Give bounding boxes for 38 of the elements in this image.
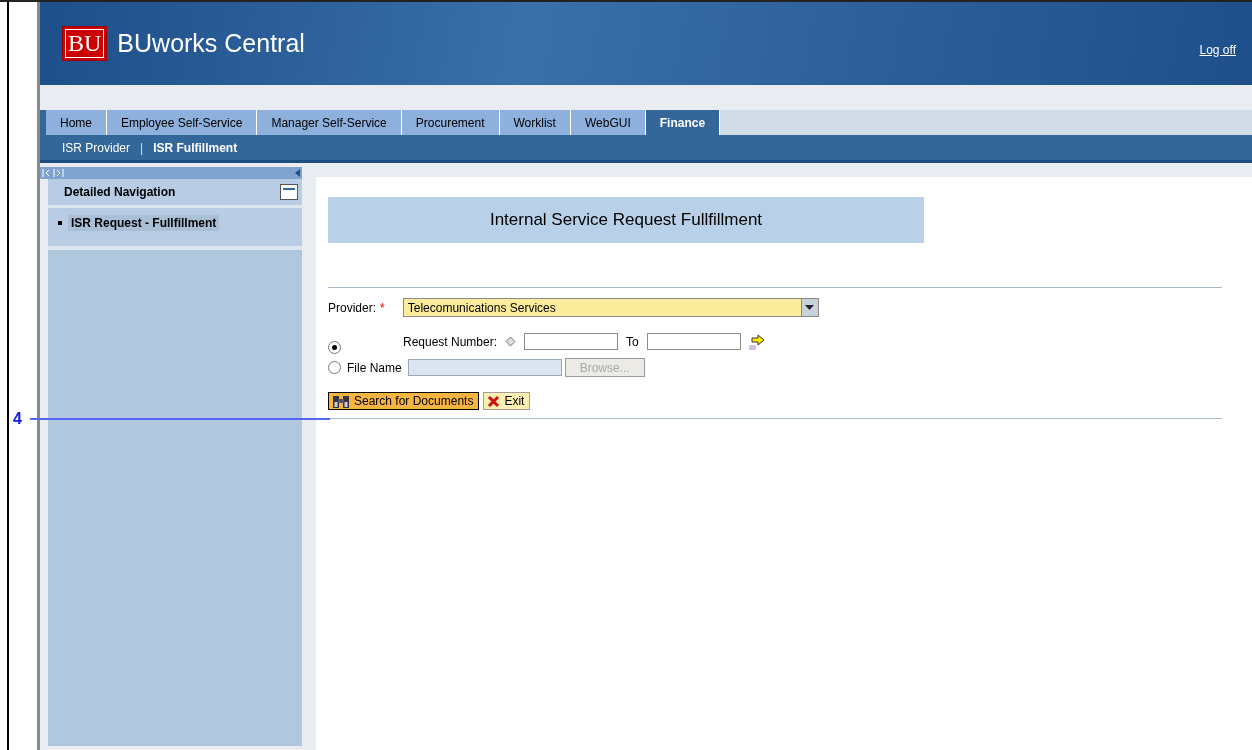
search-button[interactable]: Search for Documents — [328, 392, 480, 410]
nav-item[interactable]: ISR Request - Fullfillment — [68, 215, 220, 231]
arrow-icon[interactable] — [748, 333, 767, 350]
provider-dropdown[interactable]: Telecomunications Services — [402, 298, 819, 317]
required-mark: * — [380, 300, 385, 315]
radio-button[interactable] — [328, 361, 341, 374]
radio-label: File Name — [347, 360, 402, 375]
nav-tab[interactable]: Manager Self-Service — [257, 110, 402, 135]
collapse-arrow-icon[interactable] — [295, 169, 300, 177]
diamond-icon — [505, 336, 517, 347]
nav-tab[interactable]: Home — [46, 110, 107, 135]
collapse-button[interactable] — [280, 184, 298, 200]
logo: BU — [62, 26, 108, 61]
input-field[interactable] — [646, 333, 741, 350]
nav-tab[interactable]: Finance — [645, 110, 721, 135]
close-icon — [487, 394, 501, 408]
field-label: Request Number: — [403, 334, 498, 349]
nav-tab[interactable]: Procurement — [401, 110, 500, 135]
field-label: Provider: — [328, 300, 377, 315]
radio-button[interactable] — [328, 341, 341, 354]
field-label: To — [626, 334, 639, 349]
page-heading: Internal Service Request Fullfillment — [328, 197, 924, 243]
logoff-link[interactable]: Log off — [1199, 42, 1236, 57]
resize-icon[interactable] — [42, 169, 64, 177]
panel-title: Detailed Navigation — [64, 185, 176, 199]
nav-tab[interactable]: Employee Self-Service — [107, 110, 258, 135]
binoculars-icon — [332, 393, 350, 409]
subnav-link[interactable]: ISR Fulfillment — [153, 140, 238, 155]
callout-number: 4 — [13, 410, 22, 428]
exit-button[interactable]: Exit — [483, 392, 531, 410]
nav-tab[interactable]: WebGUI — [570, 110, 646, 135]
nav-tab[interactable]: Worklist — [499, 110, 571, 135]
app-title: BUworks Central — [117, 29, 305, 58]
input-field[interactable] — [524, 333, 619, 350]
separator: | — [140, 140, 144, 155]
dropdown-arrow-icon — [805, 305, 815, 310]
subnav-link[interactable]: ISR Provider — [62, 140, 131, 155]
input-field[interactable] — [407, 359, 562, 376]
